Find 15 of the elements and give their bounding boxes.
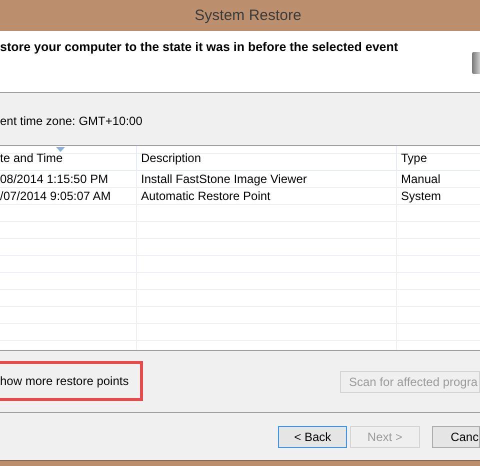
time-zone-text: ent time zone: GMT+10:00 (0, 114, 144, 128)
table-cell: /07/2014 9:05:07 AM (0, 188, 137, 205)
table-cell: Install FastStone Image Viewer (137, 171, 397, 188)
wizard-button[interactable]: < Back (278, 426, 348, 448)
window-title: System Restore (194, 7, 302, 24)
wizard-button[interactable]: Canc (432, 426, 480, 448)
table-cell: System (397, 188, 480, 205)
table-cell: Automatic Restore Point (137, 188, 397, 205)
column-header[interactable]: te and Time (0, 146, 137, 170)
instruction-text: store your computer to the state it was in before the selected event (0, 40, 398, 54)
show-more-label[interactable]: how more restore points (0, 374, 129, 388)
table-cell: 08/2014 1:15:50 PM (0, 171, 137, 188)
column-header[interactable]: Type (397, 146, 480, 170)
table-cell: Manual (397, 171, 480, 188)
column-header[interactable]: Description (137, 146, 397, 170)
